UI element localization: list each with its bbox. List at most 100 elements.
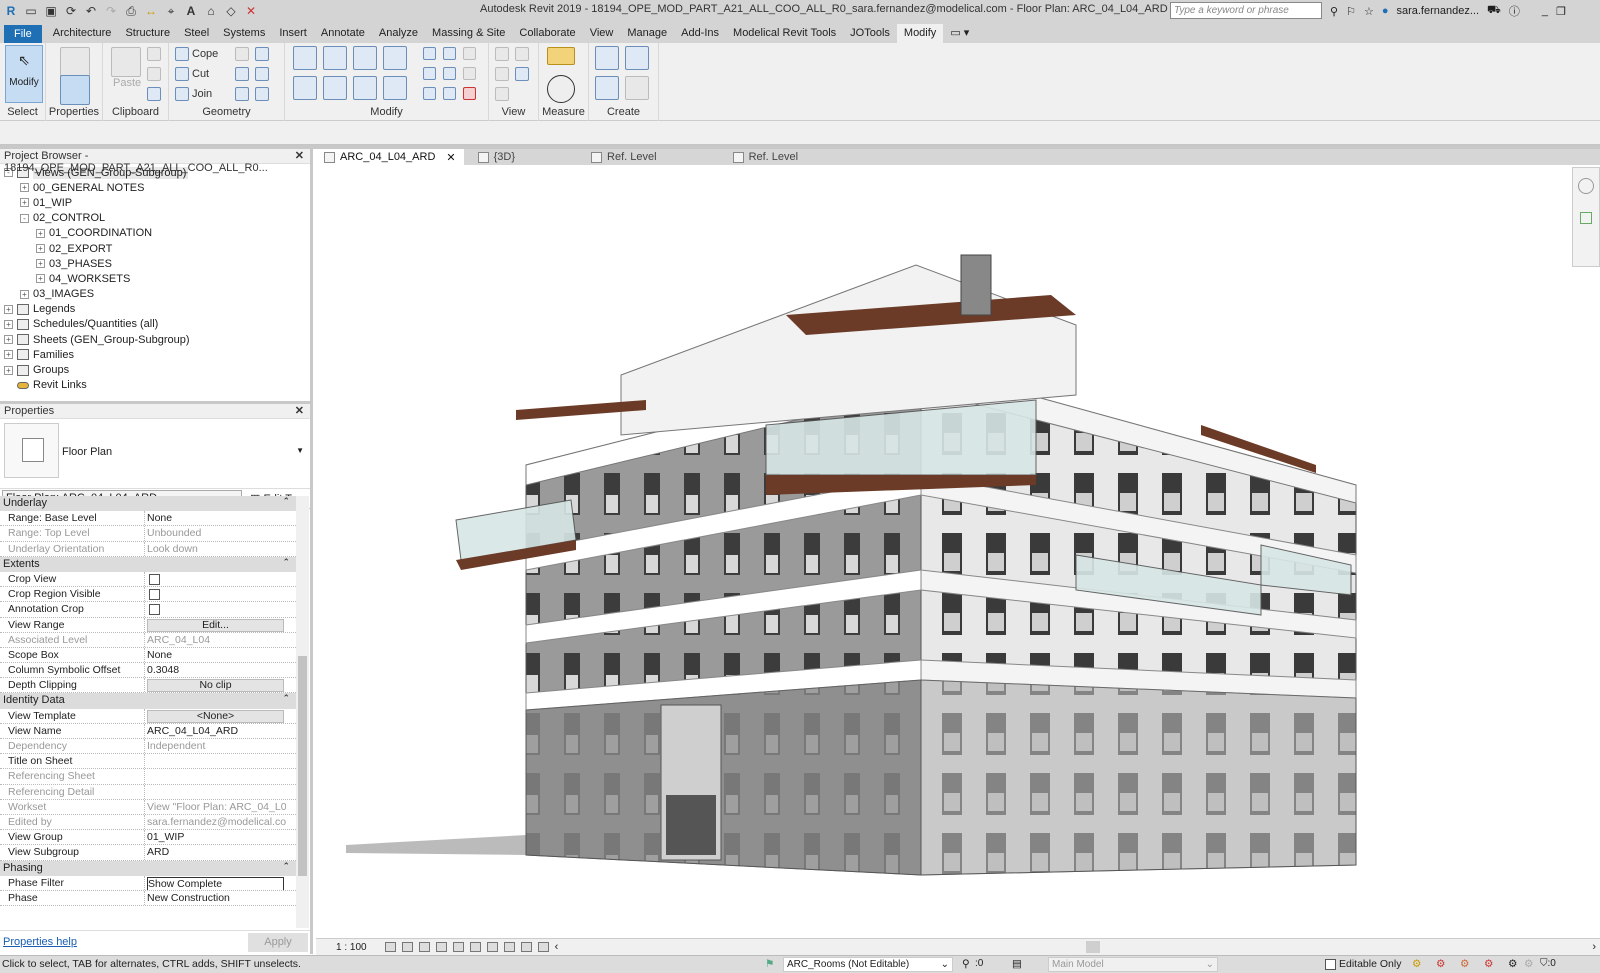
worksets-icon[interactable]: ⚑ (765, 958, 774, 970)
property-value[interactable]: Edit... (145, 618, 286, 632)
property-value[interactable]: 0.3048 (145, 663, 286, 677)
tab-jotools[interactable]: JOTools (843, 24, 897, 43)
tree-item[interactable]: + Sheets (GEN_Group-Subgroup) (0, 332, 310, 347)
value-text[interactable]: Show Complete (147, 876, 284, 890)
cut-button[interactable]: Cut (192, 68, 209, 80)
tree-item[interactable]: +03_IMAGES (0, 287, 310, 302)
tab-architecture[interactable]: Architecture (46, 24, 119, 43)
design-options-icon[interactable]: ▤ (1012, 958, 1022, 970)
tab-collaborate[interactable]: Collaborate (512, 24, 582, 43)
property-value[interactable]: New Construction (145, 891, 286, 905)
wall-joins-icon[interactable] (235, 67, 249, 81)
view-tab[interactable]: {3D} (470, 149, 523, 165)
scroll-left-icon[interactable]: ‹ (555, 941, 559, 953)
temporary-hide-icon[interactable] (486, 942, 498, 952)
tab-steel[interactable]: Steel (177, 24, 216, 43)
crop-view-icon[interactable] (452, 942, 464, 952)
demolish-icon[interactable] (235, 87, 249, 101)
trim-multiple-icon[interactable] (443, 87, 456, 100)
filter-icon[interactable]: ⛉ (1540, 958, 1548, 969)
close-icon[interactable]: ✕ (295, 404, 304, 417)
property-group-header[interactable]: Extents ⌃ (0, 556, 296, 572)
join-icon[interactable] (175, 87, 189, 101)
properties-help-link[interactable]: Properties help (3, 936, 77, 948)
open-icon[interactable]: ▭ (24, 4, 38, 18)
expand-icon[interactable]: + (36, 244, 45, 254)
split-face-icon[interactable] (235, 47, 249, 61)
tree-item[interactable]: + Legends (0, 302, 310, 317)
tab-systems[interactable]: Systems (216, 24, 272, 43)
hide-icon[interactable] (515, 47, 529, 61)
property-value[interactable]: None (145, 511, 286, 525)
property-value[interactable] (145, 572, 286, 586)
visual-style-icon[interactable] (401, 942, 413, 952)
select-by-face-icon[interactable]: ⚙ (1484, 958, 1493, 970)
expand-icon[interactable]: + (20, 198, 29, 208)
user-icon[interactable]: ● (1382, 5, 1389, 17)
binoculars-icon[interactable]: ⚲ (1330, 5, 1338, 18)
paint-icon[interactable] (255, 47, 269, 61)
delete-icon[interactable] (463, 87, 476, 100)
property-value[interactable]: <None> (145, 709, 286, 723)
pin-icon[interactable] (463, 67, 476, 80)
cope-icon[interactable] (175, 47, 189, 61)
reveal-hidden-icon[interactable] (503, 942, 515, 952)
tab-massing-site[interactable]: Massing & Site (425, 24, 512, 43)
tab-add-ins[interactable]: Add-Ins (674, 24, 726, 43)
array-icon[interactable] (423, 67, 436, 80)
tree-item[interactable]: +04_WORKSETS (0, 271, 310, 286)
collapse-icon[interactable]: ⌃ (282, 861, 290, 872)
value-button[interactable]: No clip (147, 679, 284, 693)
mirror-draw-axis-icon[interactable] (383, 46, 407, 70)
copy-element-icon[interactable] (323, 76, 347, 100)
search-input[interactable]: Type a keyword or phrase (1170, 2, 1322, 19)
tree-item[interactable]: -02_CONTROL (0, 211, 310, 226)
tree-item[interactable]: +02_EXPORT (0, 241, 310, 256)
detail-level-icon[interactable] (384, 942, 396, 952)
expand-icon[interactable]: + (4, 350, 13, 360)
modify-button[interactable]: ⇖ Modify (5, 45, 43, 103)
expand-icon[interactable]: + (36, 259, 45, 269)
shadows-icon[interactable] (435, 942, 447, 952)
tree-item[interactable]: +03_PHASES (0, 256, 310, 271)
property-value[interactable] (145, 602, 286, 616)
trim-single-icon[interactable] (423, 87, 436, 100)
drag-elements-icon[interactable]: ⚙ (1508, 958, 1517, 970)
view-tab[interactable]: Ref. Level (725, 149, 807, 165)
editing-requests-icon[interactable]: ⚲ (962, 958, 970, 970)
collapse-icon[interactable]: ⌃ (282, 496, 290, 507)
checkbox[interactable] (149, 604, 160, 616)
measure-distance-icon[interactable] (547, 47, 575, 65)
thin-lines-icon[interactable] (515, 67, 529, 81)
collapse-icon[interactable]: - (20, 213, 29, 223)
user-name[interactable]: sara.fernandez... (1396, 5, 1479, 17)
show-crop-icon[interactable] (469, 942, 481, 952)
move-icon[interactable] (293, 76, 317, 100)
editable-only-toggle[interactable]: Editable Only (1325, 958, 1401, 970)
text-icon[interactable]: A (184, 4, 198, 18)
communication-icon[interactable]: ⚐ (1346, 5, 1356, 18)
type-selector[interactable]: Floor Plan ▼ (0, 419, 310, 489)
measure-icon[interactable]: ↔ (144, 4, 158, 18)
minimize-icon[interactable]: _ (1542, 5, 1548, 17)
property-value[interactable] (145, 587, 286, 601)
unpin-icon[interactable] (463, 47, 476, 60)
expand-icon[interactable]: + (20, 289, 29, 299)
tab-view[interactable]: View (583, 24, 621, 43)
tab-annotate[interactable]: Annotate (314, 24, 372, 43)
hammer-icon[interactable] (255, 87, 269, 101)
scale-icon[interactable] (443, 67, 456, 80)
view-tab[interactable]: ARC_04_L04_ARD ✕ (316, 149, 464, 165)
tree-item[interactable]: + Schedules/Quantities (all) (0, 317, 310, 332)
tree-item[interactable]: +01_WIP (0, 195, 310, 210)
properties-scrollbar[interactable] (296, 496, 309, 928)
property-value[interactable]: No clip (145, 678, 286, 693)
expand-icon[interactable]: + (4, 304, 13, 314)
property-value[interactable] (145, 754, 286, 768)
tree-item[interactable]: + Families (0, 347, 310, 362)
property-value[interactable]: None (145, 648, 286, 662)
select-pinned-icon[interactable]: ⚙ (1460, 958, 1469, 970)
navigation-bar[interactable] (1572, 167, 1600, 267)
expand-icon[interactable]: + (20, 183, 29, 193)
property-group-header[interactable]: Phasing ⌃ (0, 860, 296, 876)
